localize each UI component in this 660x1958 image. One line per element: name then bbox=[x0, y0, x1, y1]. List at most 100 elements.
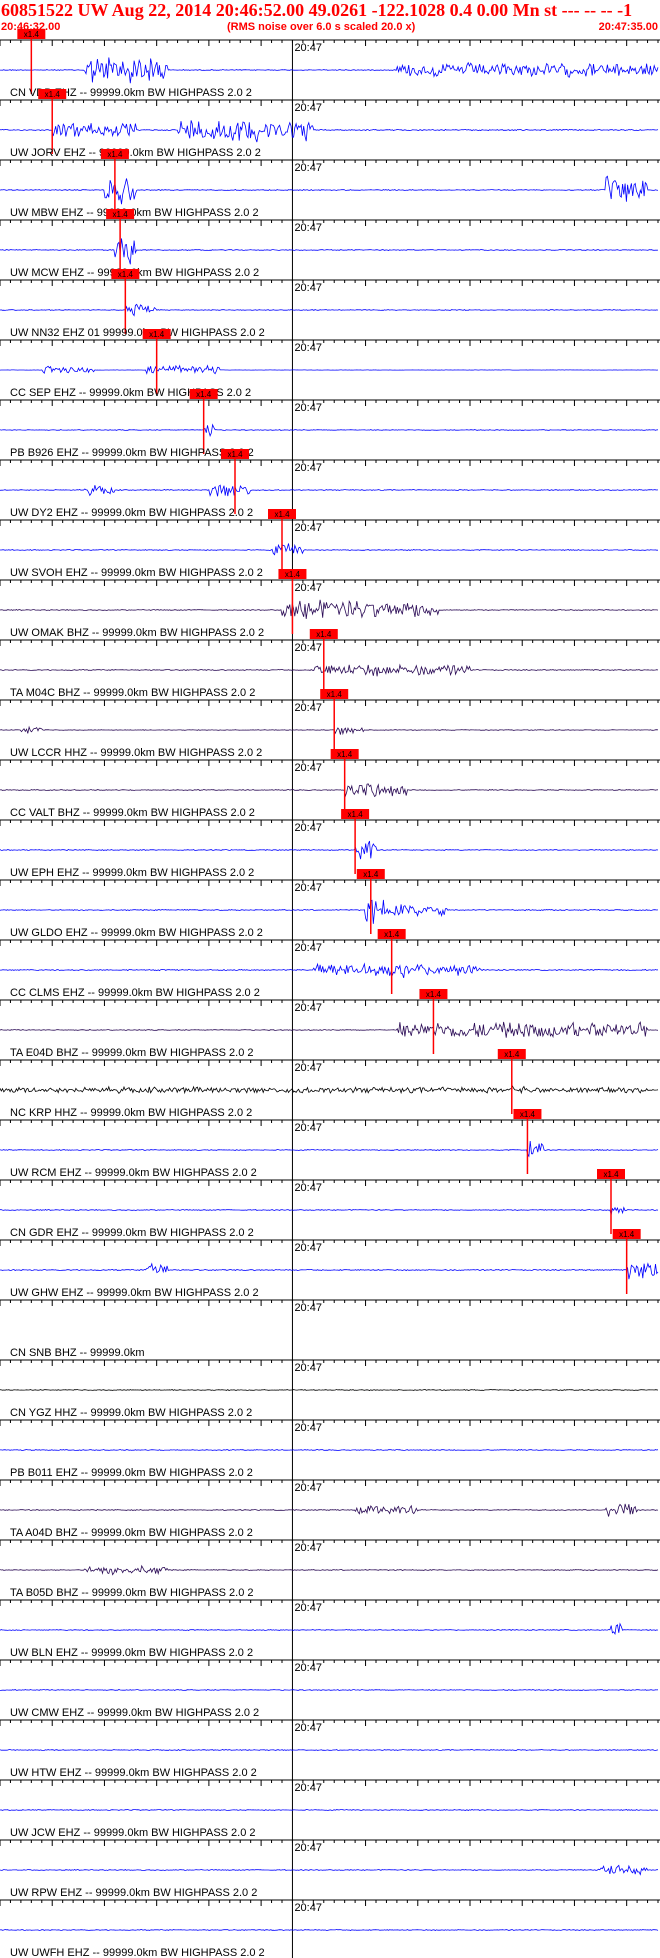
channel-row: 20:47 UW UWFH EHZ -- 99999.0km BW HIGHPAS… bbox=[0, 1899, 660, 1958]
minute-label: 20:47 bbox=[294, 1302, 322, 1314]
pick-label: x1.4 bbox=[24, 30, 40, 39]
channel-row: 20:47 x1.4 UW DY2 EHZ -- 99999.0km BW HIGH… bbox=[0, 449, 660, 520]
waveform-trace bbox=[0, 783, 659, 798]
minute-label: 20:47 bbox=[294, 342, 322, 354]
pick-label: x1.4 bbox=[118, 270, 134, 279]
channel-row: 20:47 x1.4 UW GHW EHZ -- 99999.0km BW HIGH… bbox=[0, 1229, 660, 1300]
waveform-trace bbox=[0, 1085, 659, 1095]
channel-row: 20:47 UW RPW EHZ -- 99999.0km BW HIGHPASS… bbox=[0, 1839, 660, 1900]
pick-label: x1.4 bbox=[384, 930, 400, 939]
waveform-trace bbox=[0, 725, 659, 736]
pick-label: x1.4 bbox=[348, 810, 364, 819]
channel-row: 20:47 x1.4 UW LCCR HHZ -- 99999.0km BW HIG… bbox=[0, 689, 660, 760]
channel-label: UW JORV EHZ -- 99999.0km BW HIGHPASS 2.0… bbox=[10, 147, 261, 159]
channel-label: CN SNB BHZ -- 99999.0km bbox=[10, 1347, 144, 1359]
waveform-trace bbox=[0, 1809, 659, 1811]
pick-label: x1.4 bbox=[603, 1170, 619, 1179]
minute-label: 20:47 bbox=[294, 642, 322, 654]
minute-label: 20:47 bbox=[294, 762, 322, 774]
channel-row: 20:47 UW BLN EHZ -- 99999.0km BW HIGHPASS… bbox=[0, 1599, 660, 1660]
waveform-trace bbox=[0, 1140, 659, 1158]
channel-row: 20:47 x1.4 CC CLMS EHZ -- 99999.0km BW HIG… bbox=[0, 929, 660, 1000]
channel-row: 20:47 x1.4 NC KRP HHZ -- 99999.0km BW HIGH… bbox=[0, 1049, 660, 1120]
pick-label: x1.4 bbox=[504, 1050, 520, 1059]
waveform-trace bbox=[0, 599, 659, 619]
channel-label: CN GDR EHZ -- 99999.0km BW HIGHPASS 2.0 … bbox=[10, 1227, 254, 1239]
pick-label: x1.4 bbox=[316, 630, 332, 639]
channel-row: 20:47 CN SNB BHZ -- 99999.0km bbox=[0, 1299, 660, 1360]
waveform-trace bbox=[0, 1689, 659, 1691]
waveform-trace bbox=[0, 1389, 659, 1391]
channel-row: 20:47x1.4UW MCW EHZ -- 99999.0km BW HIGH… bbox=[0, 209, 660, 280]
minute-label: 20:47 bbox=[294, 1482, 322, 1494]
waveform-trace bbox=[0, 484, 659, 497]
minute-label: 20:47 bbox=[294, 1122, 322, 1134]
channel-label: UW EPH EHZ -- 99999.0km BW HIGHPASS 2.0 … bbox=[10, 867, 254, 879]
channel-row: 20:47 UW CMW EHZ -- 99999.0km BW HIGHPASS… bbox=[0, 1659, 660, 1720]
pick-label: x1.4 bbox=[363, 870, 379, 879]
waveform-trace bbox=[0, 1021, 659, 1038]
minute-label: 20:47 bbox=[294, 1422, 322, 1434]
waveform-trace bbox=[0, 543, 658, 556]
channel-label: UW DY2 EHZ -- 99999.0km BW HIGHPASS 2.0 … bbox=[10, 507, 253, 519]
waveform-trace bbox=[0, 1262, 659, 1280]
minute-label: 20:47 bbox=[294, 822, 322, 834]
minute-label: 20:47 bbox=[294, 222, 322, 234]
channel-row: 20:47 CN YGZ HHZ -- 99999.0km BW HIGHPASS… bbox=[0, 1359, 660, 1420]
waveform-trace bbox=[0, 303, 659, 317]
pick-label: x1.4 bbox=[45, 90, 61, 99]
waveform-trace bbox=[0, 1864, 658, 1876]
channel-label: UW RCM EHZ -- 99999.0km BW HIGHPASS 2.0 … bbox=[10, 1167, 257, 1179]
waveform-trace bbox=[0, 1206, 659, 1215]
waveform-trace bbox=[0, 1449, 659, 1451]
channel-label: UW JCW EHZ -- 99999.0km BW HIGHPASS 2.0 … bbox=[10, 1827, 256, 1839]
channel-row: 20:47 UW HTW EHZ -- 99999.0km BW HIGHPASS… bbox=[0, 1719, 660, 1780]
waveform-trace bbox=[0, 364, 659, 375]
waveform-trace bbox=[0, 238, 659, 265]
pick-label: x1.4 bbox=[619, 1230, 635, 1239]
channel-label: UW NN32 EHZ 01 99999.0km BW HIGHPASS 2.0… bbox=[10, 327, 265, 339]
waveform-trace bbox=[0, 663, 659, 677]
minute-label: 20:47 bbox=[294, 402, 322, 414]
channel-label: CN YGZ HHZ -- 99999.0km BW HIGHPASS 2.0 … bbox=[10, 1407, 252, 1419]
channel-label: UW OMAK BHZ -- 99999.0km BW HIGHPASS 2.0… bbox=[10, 627, 264, 639]
minute-label: 20:47 bbox=[294, 1002, 322, 1014]
minute-label: 20:47 bbox=[294, 282, 322, 294]
minute-label: 20:47 bbox=[294, 1182, 322, 1194]
minute-label: 20:47 bbox=[294, 702, 322, 714]
pick-label: x1.4 bbox=[149, 330, 165, 339]
channel-row: 20:47x1.4UW JORV EHZ -- 99999.0km BW HIG… bbox=[0, 89, 660, 160]
minute-label: 20:47 bbox=[294, 462, 322, 474]
minute-label: 20:47 bbox=[294, 942, 322, 954]
minute-label: 20:47 bbox=[294, 42, 322, 54]
channel-label: UW SVOH EHZ -- 99999.0km BW HIGHPASS 2.0… bbox=[10, 567, 263, 579]
channel-label: NC KRP HHZ -- 99999.0km BW HIGHPASS 2.0 … bbox=[10, 1107, 252, 1119]
minute-label: 20:47 bbox=[294, 582, 322, 594]
channel-row: 20:47 x1.4 UW RCM EHZ -- 99999.0km BW HIGH… bbox=[0, 1109, 660, 1180]
pick-label: x1.4 bbox=[520, 1110, 536, 1119]
channel-label: UW UWFH EHZ -- 99999.0km BW HIGHPASS 2.0… bbox=[10, 1947, 265, 1958]
pick-label: x1.4 bbox=[327, 690, 343, 699]
channel-label: CC VALT BHZ -- 99999.0km BW HIGHPASS 2.0… bbox=[10, 807, 255, 819]
channel-row: 20:47 UW JCW EHZ -- 99999.0km BW HIGHPASS… bbox=[0, 1779, 660, 1840]
waveform-trace bbox=[0, 962, 659, 979]
waveform-trace bbox=[0, 57, 659, 84]
minute-label: 20:47 bbox=[294, 1542, 322, 1554]
channel-label: UW LCCR HHZ -- 99999.0km BW HIGHPASS 2.0… bbox=[10, 747, 262, 759]
channel-label: TA E04D BHZ -- 99999.0km BW HIGHPASS 2.0… bbox=[10, 1047, 254, 1059]
minute-label: 20:47 bbox=[294, 882, 322, 894]
minute-label: 20:47 bbox=[294, 1722, 322, 1734]
waveform-trace bbox=[0, 840, 659, 860]
channel-label: UW GLDO EHZ -- 99999.0km BW HIGHPASS 2.0… bbox=[10, 927, 263, 939]
minute-label: 20:47 bbox=[294, 1842, 322, 1854]
pick-label: x1.4 bbox=[227, 450, 243, 459]
waveform-trace bbox=[0, 1749, 659, 1751]
channel-label: TA A04D BHZ -- 99999.0km BW HIGHPASS 2.0… bbox=[10, 1527, 253, 1539]
channel-row: 20:47 TA B05D BHZ -- 99999.0km BW HIGHPAS… bbox=[0, 1539, 660, 1600]
minute-label: 20:47 bbox=[294, 522, 322, 534]
pick-label: x1.4 bbox=[285, 570, 301, 579]
pick-label: x1.4 bbox=[196, 390, 212, 399]
channel-row: 20:47x1.4CN VDB EHZ -- 99999.0km BW HIGH… bbox=[0, 29, 660, 100]
minute-label: 20:47 bbox=[294, 1062, 322, 1074]
channel-label: UW MBW EHZ -- 99999.0km BW HIGHPASS 2.0 … bbox=[10, 207, 259, 219]
